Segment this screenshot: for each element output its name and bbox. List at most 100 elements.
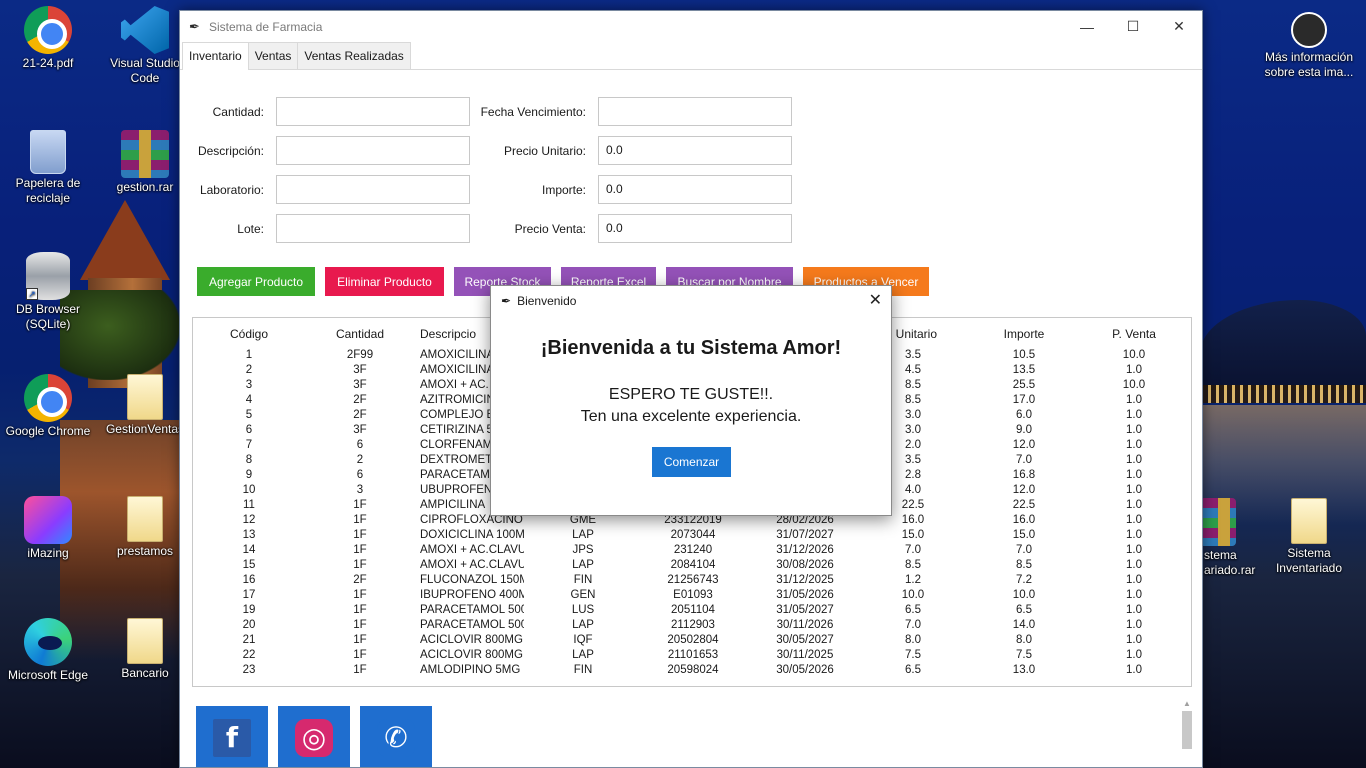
cell-importe: 16.8 bbox=[1012, 469, 1036, 481]
cell-lote: 2073044 bbox=[670, 529, 716, 541]
fecha-vencimiento-field[interactable] bbox=[598, 97, 792, 126]
cell-cantidad: 6 bbox=[356, 439, 364, 451]
cell-lote: 21101653 bbox=[667, 649, 719, 661]
comenzar-button[interactable]: Comenzar bbox=[652, 447, 731, 477]
database-icon: ↗ bbox=[26, 252, 70, 300]
cell-codigo: 6 bbox=[245, 424, 253, 436]
cell-precio-venta: 1.0 bbox=[1126, 589, 1142, 601]
dialog-close-button[interactable]: ✕ bbox=[869, 290, 882, 310]
cell-fecha: 30/05/2026 bbox=[776, 664, 834, 676]
cell-cantidad: 2 bbox=[356, 454, 364, 466]
cell-importe: 12.0 bbox=[1012, 484, 1036, 496]
cell-laboratorio: FIN bbox=[573, 664, 593, 676]
desktop-icon-recycle-bin[interactable]: Papelera de reciclaje bbox=[0, 130, 96, 206]
precio-unitario-field[interactable]: 0.0 bbox=[598, 136, 792, 165]
lote-field[interactable] bbox=[276, 214, 470, 243]
cell-lote: E01093 bbox=[673, 589, 713, 601]
cantidad-field[interactable] bbox=[276, 97, 470, 126]
descripcion-field[interactable] bbox=[276, 136, 470, 165]
desktop-icon-google-chrome[interactable]: Google Chrome bbox=[0, 374, 96, 439]
cell-precio-unitario: 7.5 bbox=[905, 649, 921, 661]
cell-importe: 9.0 bbox=[1016, 424, 1032, 436]
cell-cantidad: 3F bbox=[353, 379, 367, 391]
cell-lote: 2084104 bbox=[670, 559, 716, 571]
desktop-icon-db-browser[interactable]: ↗ DB Browser (SQLite) bbox=[0, 252, 96, 332]
cell-precio-unitario: 8.0 bbox=[905, 634, 921, 646]
column-header-importe[interactable]: Importe bbox=[964, 327, 1084, 341]
agregar-producto-button[interactable]: Agregar Producto bbox=[197, 267, 315, 296]
cell-codigo: 23 bbox=[242, 664, 256, 676]
table-row[interactable]: 21 1F ACICLOVIR 800MG IQF 20502804 30/05/2027… bbox=[193, 634, 1191, 649]
column-header-codigo[interactable]: Código bbox=[193, 327, 309, 341]
cell-cantidad: 3 bbox=[356, 484, 364, 496]
maximize-button[interactable]: ☐ bbox=[1110, 11, 1156, 42]
table-row[interactable]: 22 1F ACICLOVIR 800MG LAP 21101653 30/11/2025… bbox=[193, 649, 1191, 664]
cell-precio-venta: 1.0 bbox=[1126, 529, 1142, 541]
cell-precio-venta: 1.0 bbox=[1126, 409, 1142, 421]
cell-codigo: 5 bbox=[245, 409, 253, 421]
cell-cantidad: 1F bbox=[353, 514, 367, 526]
table-row[interactable]: 17 1F IBUPROFENO 400M GEN E01093 31/05/2026 10… bbox=[193, 589, 1191, 604]
desktop-icon-21-24-pdf[interactable]: 21-24.pdf bbox=[0, 6, 96, 71]
importe-field[interactable]: 0.0 bbox=[598, 175, 792, 204]
chrome-icon bbox=[24, 374, 72, 422]
desktop-icon-microsoft-edge[interactable]: Microsoft Edge bbox=[0, 618, 96, 683]
laboratorio-field[interactable] bbox=[276, 175, 470, 204]
folder-icon bbox=[1291, 498, 1327, 544]
close-button[interactable]: ✕ bbox=[1156, 11, 1202, 42]
dialog-title-bar[interactable]: ✒ Bienvenido bbox=[491, 286, 891, 315]
desktop-icon-label: Más información sobre esta ima... bbox=[1264, 50, 1354, 79]
eliminar-producto-button[interactable]: Eliminar Producto bbox=[325, 267, 444, 296]
desktop-icon-imazing[interactable]: iMazing bbox=[0, 496, 96, 561]
facebook-button[interactable]: f bbox=[196, 706, 268, 767]
cell-precio-unitario: 15.0 bbox=[901, 529, 925, 541]
table-row[interactable]: 20 1F PARACETAMOL 500 LAP 2112903 30/11/2026 7… bbox=[193, 619, 1191, 634]
column-header-precio-venta[interactable]: P. Venta bbox=[1074, 327, 1191, 341]
desktop-icon-more-info[interactable]: Más información sobre esta ima... bbox=[1261, 12, 1357, 80]
tab-ventas[interactable]: Ventas bbox=[247, 42, 299, 69]
vertical-scrollbar[interactable]: ▲ bbox=[1180, 699, 1194, 767]
dialog-message-line2: Ten una excelente experiencia. bbox=[580, 408, 802, 425]
info-camera-icon bbox=[1291, 12, 1327, 48]
scroll-up-icon[interactable]: ▲ bbox=[1183, 699, 1191, 708]
cell-precio-venta: 1.0 bbox=[1126, 604, 1142, 616]
dialog-message-line1: ESPERO TE GUSTE!!. bbox=[608, 386, 774, 403]
desktop-icon-label: iMazing bbox=[27, 546, 69, 560]
whatsapp-button[interactable]: ✆ bbox=[360, 706, 432, 767]
cell-importe: 6.0 bbox=[1016, 409, 1032, 421]
cell-precio-venta: 1.0 bbox=[1126, 574, 1142, 586]
tab-bar: Inventario Ventas Ventas Realizadas bbox=[180, 42, 1202, 70]
table-row[interactable]: 14 1F AMOXI + AC.CLAVU JPS 231240 31/12/2026 7… bbox=[193, 544, 1191, 559]
cell-laboratorio: FIN bbox=[573, 574, 593, 586]
precio-venta-field[interactable]: 0.0 bbox=[598, 214, 792, 243]
tab-inventario[interactable]: Inventario bbox=[182, 42, 249, 70]
cell-precio-venta: 1.0 bbox=[1126, 559, 1142, 571]
cell-codigo: 16 bbox=[242, 574, 256, 586]
instagram-button[interactable]: ◎ bbox=[278, 706, 350, 767]
cell-lote: 231240 bbox=[673, 544, 713, 556]
minimize-button[interactable]: — bbox=[1064, 11, 1110, 42]
table-row[interactable]: 12 1F CIPROFLOXACINO GME 233122019 28/02/2026… bbox=[193, 514, 1191, 529]
table-row[interactable]: 23 1F AMLODIPINO 5MG FIN 20598024 30/05/2026 6… bbox=[193, 664, 1191, 679]
table-row[interactable]: 15 1F AMOXI + AC.CLAVU LAP 2084104 30/08/2026… bbox=[193, 559, 1191, 574]
tab-ventas-realizadas[interactable]: Ventas Realizadas bbox=[297, 42, 411, 69]
table-row[interactable]: 19 1F PARACETAMOL 500 LUS 2051104 31/05/2027 6… bbox=[193, 604, 1191, 619]
cell-precio-venta: 10.0 bbox=[1122, 379, 1146, 391]
table-row[interactable]: 13 1F DOXICICLINA 100M LAP 2073044 31/07/2027… bbox=[193, 529, 1191, 544]
cell-importe: 7.0 bbox=[1016, 544, 1032, 556]
cell-precio-venta: 1.0 bbox=[1126, 394, 1142, 406]
window-title: Sistema de Farmacia bbox=[209, 19, 323, 34]
cell-codigo: 4 bbox=[245, 394, 253, 406]
title-bar[interactable]: ✒ Sistema de Farmacia — ☐ ✕ bbox=[180, 11, 1202, 42]
scrollbar-thumb[interactable] bbox=[1182, 711, 1192, 749]
precio-unitario-label: Precio Unitario: bbox=[503, 144, 586, 158]
cell-importe: 10.0 bbox=[1012, 589, 1036, 601]
column-header-cantidad[interactable]: Cantidad bbox=[300, 327, 420, 341]
cell-precio-venta: 1.0 bbox=[1126, 664, 1142, 676]
cell-fecha: 31/12/2026 bbox=[776, 544, 834, 556]
desktop-icon-sistema-inventariado[interactable]: Sistema Inventariado bbox=[1261, 498, 1357, 576]
cell-importe: 14.0 bbox=[1012, 619, 1036, 631]
cell-precio-venta: 1.0 bbox=[1126, 439, 1142, 451]
feather-icon: ✒ bbox=[189, 18, 200, 34]
table-row[interactable]: 16 2F FLUCONAZOL 150M FIN 21256743 31/12/2025… bbox=[193, 574, 1191, 589]
